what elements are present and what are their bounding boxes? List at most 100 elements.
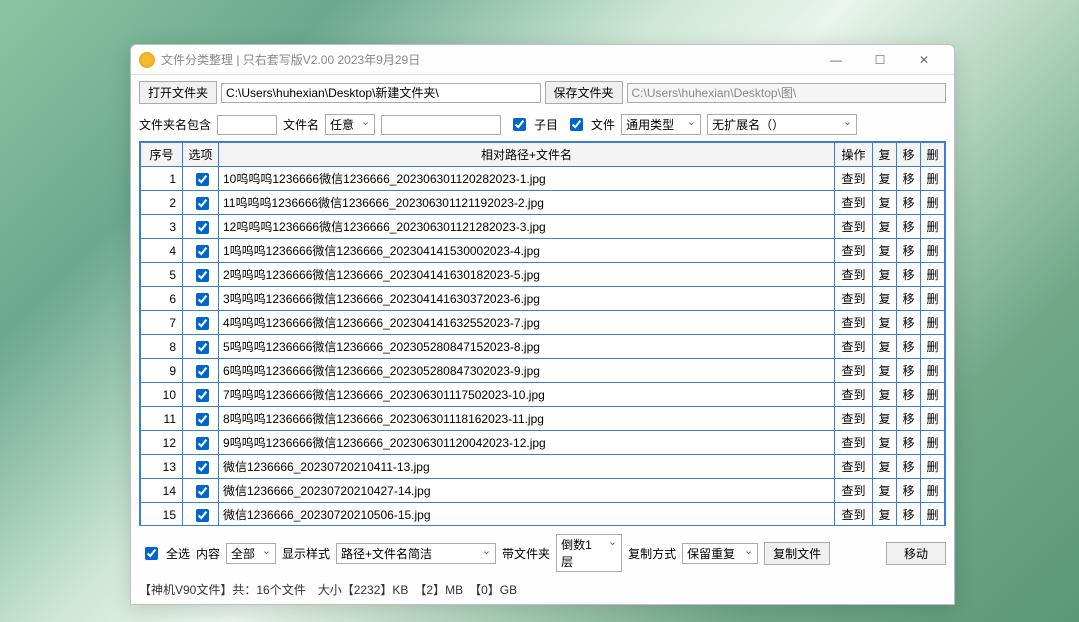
row-checkbox[interactable]: [196, 461, 209, 474]
save-folder-button[interactable]: 保存文件夹: [545, 81, 623, 104]
cell-copy-button[interactable]: 复: [873, 311, 897, 335]
folder-contains-input[interactable]: [217, 115, 277, 135]
row-checkbox[interactable]: [196, 245, 209, 258]
cell-del-button[interactable]: 删: [921, 239, 945, 263]
cell-move-button[interactable]: 移: [897, 311, 921, 335]
table-row[interactable]: 129呜呜呜1236666微信1236666_20230630112004​20…: [141, 431, 945, 455]
depth-select[interactable]: 倒数1层: [556, 534, 622, 572]
open-path-input[interactable]: [221, 83, 540, 103]
cell-find-button[interactable]: 查到: [835, 239, 873, 263]
table-row[interactable]: 312呜呜呜1236666微信1236666_20230630112128​20…: [141, 215, 945, 239]
cell-del-button[interactable]: 删: [921, 479, 945, 503]
row-checkbox[interactable]: [196, 413, 209, 426]
cell-copy-button[interactable]: 复: [873, 407, 897, 431]
cell-find-button[interactable]: 查到: [835, 263, 873, 287]
cell-copy-button[interactable]: 复: [873, 455, 897, 479]
row-checkbox[interactable]: [196, 269, 209, 282]
cell-copy-button[interactable]: 复: [873, 191, 897, 215]
cell-find-button[interactable]: 查到: [835, 455, 873, 479]
row-checkbox[interactable]: [196, 341, 209, 354]
table-row[interactable]: 14微信1236666_20230720210427-14.jpg查到复移删: [141, 479, 945, 503]
header-move[interactable]: 移: [897, 143, 921, 167]
cell-find-button[interactable]: 查到: [835, 431, 873, 455]
cell-find-button[interactable]: 查到: [835, 191, 873, 215]
cell-move-button[interactable]: 移: [897, 335, 921, 359]
table-row[interactable]: 107呜呜呜1236666微信1236666_20230630111750​20…: [141, 383, 945, 407]
header-action[interactable]: 操作: [835, 143, 873, 167]
cell-del-button[interactable]: 删: [921, 503, 945, 527]
row-checkbox[interactable]: [196, 365, 209, 378]
ext-select[interactable]: 无扩展名（）: [707, 114, 857, 135]
filename-input[interactable]: [381, 115, 501, 135]
cell-move-button[interactable]: 移: [897, 263, 921, 287]
header-seq[interactable]: 序号: [141, 143, 183, 167]
cell-del-button[interactable]: 删: [921, 167, 945, 191]
cell-copy-button[interactable]: 复: [873, 431, 897, 455]
select-all-checkbox[interactable]: [145, 547, 158, 560]
cell-del-button[interactable]: 删: [921, 335, 945, 359]
filename-mode-select[interactable]: 任意: [325, 114, 375, 135]
cell-move-button[interactable]: 移: [897, 431, 921, 455]
cell-del-button[interactable]: 删: [921, 455, 945, 479]
cell-find-button[interactable]: 查到: [835, 359, 873, 383]
row-checkbox[interactable]: [196, 293, 209, 306]
cell-move-button[interactable]: 移: [897, 407, 921, 431]
cell-copy-button[interactable]: 复: [873, 239, 897, 263]
table-row[interactable]: 13微信1236666_20230720210411-13.jpg查到复移删: [141, 455, 945, 479]
cell-del-button[interactable]: 删: [921, 407, 945, 431]
move-button[interactable]: 移动: [886, 542, 946, 565]
cell-del-button[interactable]: 删: [921, 263, 945, 287]
file-checkbox[interactable]: [570, 118, 583, 131]
cell-find-button[interactable]: 查到: [835, 407, 873, 431]
table-row[interactable]: 63呜呜呜1236666微信1236666_20230414163037​202…: [141, 287, 945, 311]
cell-find-button[interactable]: 查到: [835, 287, 873, 311]
row-checkbox[interactable]: [196, 437, 209, 450]
cell-del-button[interactable]: 删: [921, 431, 945, 455]
header-path[interactable]: 相对路径+文件名: [219, 143, 835, 167]
table-row[interactable]: 74呜呜呜1236666微信1236666_20230414163255​202…: [141, 311, 945, 335]
cell-copy-button[interactable]: 复: [873, 359, 897, 383]
save-path-input[interactable]: [627, 83, 946, 103]
table-row[interactable]: 85呜呜呜1236666微信1236666_20230528084715​202…: [141, 335, 945, 359]
cell-del-button[interactable]: 删: [921, 383, 945, 407]
table-row[interactable]: 52呜呜呜1236666微信1236666_20230414163018​202…: [141, 263, 945, 287]
cell-del-button[interactable]: 删: [921, 215, 945, 239]
cell-move-button[interactable]: 移: [897, 455, 921, 479]
cell-copy-button[interactable]: 复: [873, 167, 897, 191]
cell-find-button[interactable]: 查到: [835, 383, 873, 407]
row-checkbox[interactable]: [196, 485, 209, 498]
row-checkbox[interactable]: [196, 197, 209, 210]
subdir-checkbox[interactable]: [513, 118, 526, 131]
cell-copy-button[interactable]: 复: [873, 215, 897, 239]
cell-copy-button[interactable]: 复: [873, 263, 897, 287]
all-select[interactable]: 全部: [226, 543, 276, 564]
header-copy[interactable]: 复: [873, 143, 897, 167]
cell-find-button[interactable]: 查到: [835, 311, 873, 335]
cell-copy-button[interactable]: 复: [873, 335, 897, 359]
table-row[interactable]: 211呜呜呜1236666微信1236666_20230630112119​20…: [141, 191, 945, 215]
copy-mode-select[interactable]: 保留重复: [682, 543, 758, 564]
header-opt[interactable]: 选项: [183, 143, 219, 167]
close-button[interactable]: ✕: [902, 46, 946, 74]
cell-find-button[interactable]: 查到: [835, 167, 873, 191]
row-checkbox[interactable]: [196, 173, 209, 186]
display-style-select[interactable]: 路径+文件名简洁: [336, 543, 496, 564]
cell-move-button[interactable]: 移: [897, 503, 921, 527]
cell-move-button[interactable]: 移: [897, 167, 921, 191]
row-checkbox[interactable]: [196, 389, 209, 402]
row-checkbox[interactable]: [196, 221, 209, 234]
cell-copy-button[interactable]: 复: [873, 287, 897, 311]
table-row[interactable]: 15微信1236666_20230720210506-15.jpg查到复移删: [141, 503, 945, 527]
cell-move-button[interactable]: 移: [897, 215, 921, 239]
cell-move-button[interactable]: 移: [897, 191, 921, 215]
cell-del-button[interactable]: 删: [921, 287, 945, 311]
type-select[interactable]: 通用类型: [621, 114, 701, 135]
cell-del-button[interactable]: 删: [921, 191, 945, 215]
row-checkbox[interactable]: [196, 317, 209, 330]
cell-del-button[interactable]: 删: [921, 311, 945, 335]
cell-move-button[interactable]: 移: [897, 359, 921, 383]
table-row[interactable]: 118呜呜呜1236666微信1236666_20230630111816​20…: [141, 407, 945, 431]
table-row[interactable]: 41呜呜呜1236666微信1236666_20230414153000​202…: [141, 239, 945, 263]
maximize-button[interactable]: ☐: [858, 46, 902, 74]
row-checkbox[interactable]: [196, 509, 209, 522]
